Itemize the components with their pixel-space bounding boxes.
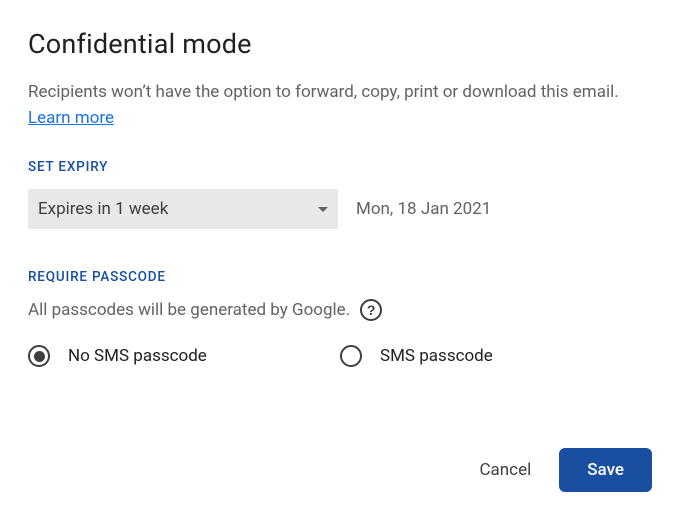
radio-label: SMS passcode [380,346,493,366]
radio-label: No SMS passcode [68,346,207,366]
description-text: Recipients won’t have the option to forw… [28,82,619,102]
expiry-date-text: Mon, 18 Jan 2021 [356,199,491,219]
chevron-down-icon [318,207,328,212]
radio-icon [340,345,362,367]
help-icon[interactable]: ? [360,299,382,321]
dialog-title: Confidential mode [28,28,652,60]
cancel-button[interactable]: Cancel [479,460,531,480]
learn-more-link[interactable]: Learn more [28,108,114,128]
radio-icon [28,345,50,367]
dialog-footer: Cancel Save [479,448,652,492]
require-passcode-label: REQUIRE PASSCODE [28,269,652,285]
set-expiry-label: SET EXPIRY [28,159,652,175]
radio-sms-passcode[interactable]: SMS passcode [340,345,652,367]
passcode-note-text: All passcodes will be generated by Googl… [28,300,350,320]
dialog-description: Recipients won’t have the option to forw… [28,80,652,131]
passcode-radio-group: No SMS passcode SMS passcode [28,345,652,367]
expiry-row: Expires in 1 week Mon, 18 Jan 2021 [28,189,652,229]
save-button[interactable]: Save [559,448,652,492]
expiry-dropdown[interactable]: Expires in 1 week [28,189,338,229]
radio-selected-dot [34,351,45,362]
radio-no-sms-passcode[interactable]: No SMS passcode [28,345,340,367]
expiry-selected-value: Expires in 1 week [38,199,168,219]
passcode-note-row: All passcodes will be generated by Googl… [28,299,652,321]
